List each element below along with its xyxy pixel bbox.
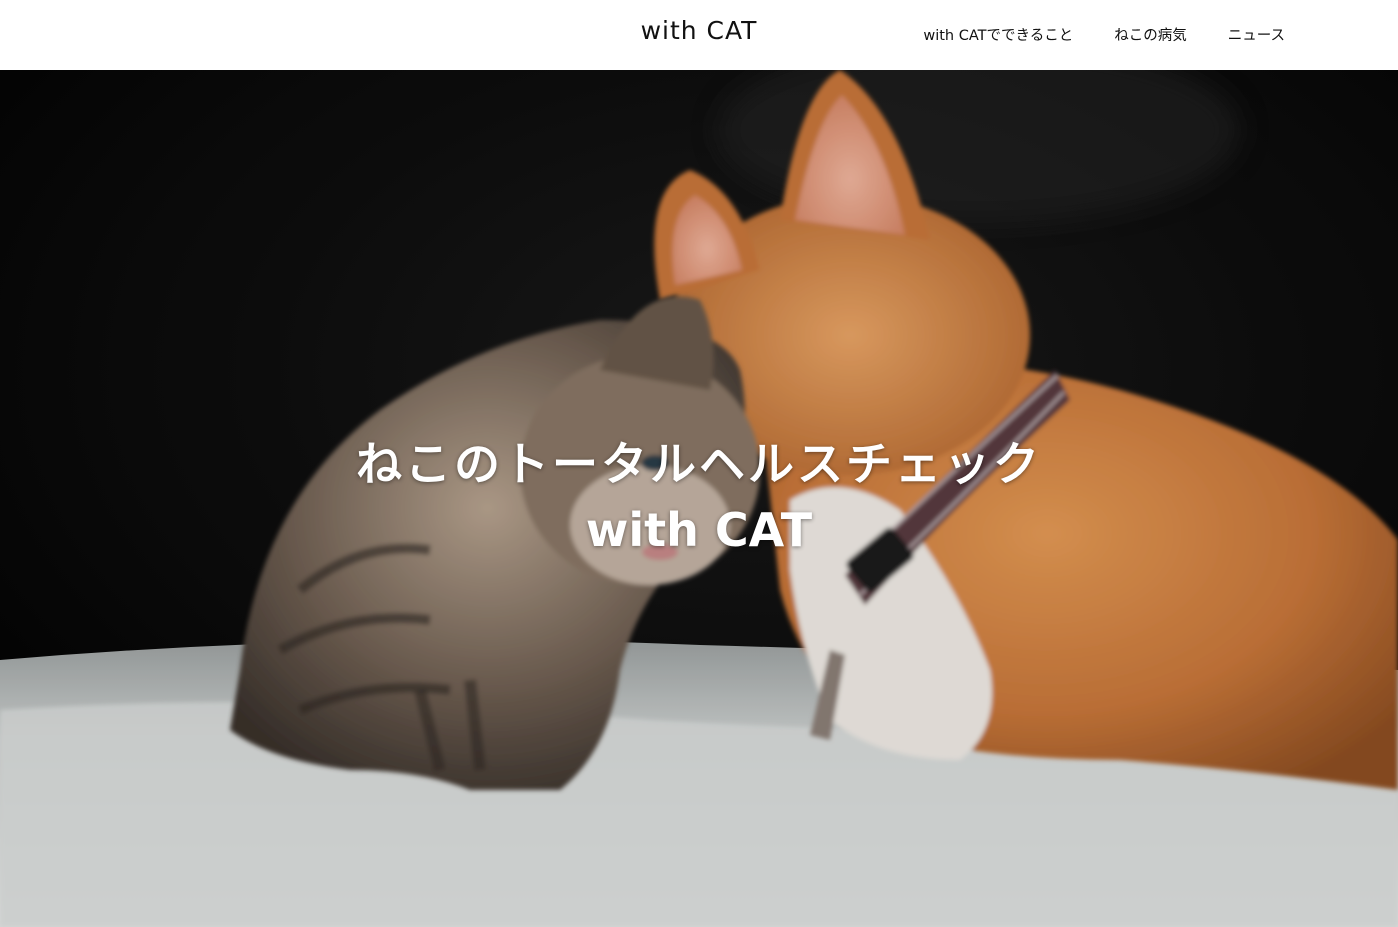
nav-item-features[interactable]: with CATでできること xyxy=(923,24,1073,45)
site-logo[interactable]: with CAT xyxy=(579,16,819,45)
main-nav: with CATでできること ねこの病気 ニュース xyxy=(923,24,1285,45)
nav-item-news[interactable]: ニュース xyxy=(1228,24,1285,45)
hero-section: ねこのトータルヘルスチェック with CAT xyxy=(0,70,1398,927)
hero-title-line1: ねこのトータルヘルスチェック xyxy=(356,436,1042,491)
nav-item-diseases[interactable]: ねこの病気 xyxy=(1114,24,1187,45)
hero-title-line2: with CAT xyxy=(585,502,813,557)
site-header: with CAT with CATでできること ねこの病気 ニュース xyxy=(0,0,1398,70)
hero-title: ねこのトータルヘルスチェック with CAT xyxy=(0,431,1398,563)
